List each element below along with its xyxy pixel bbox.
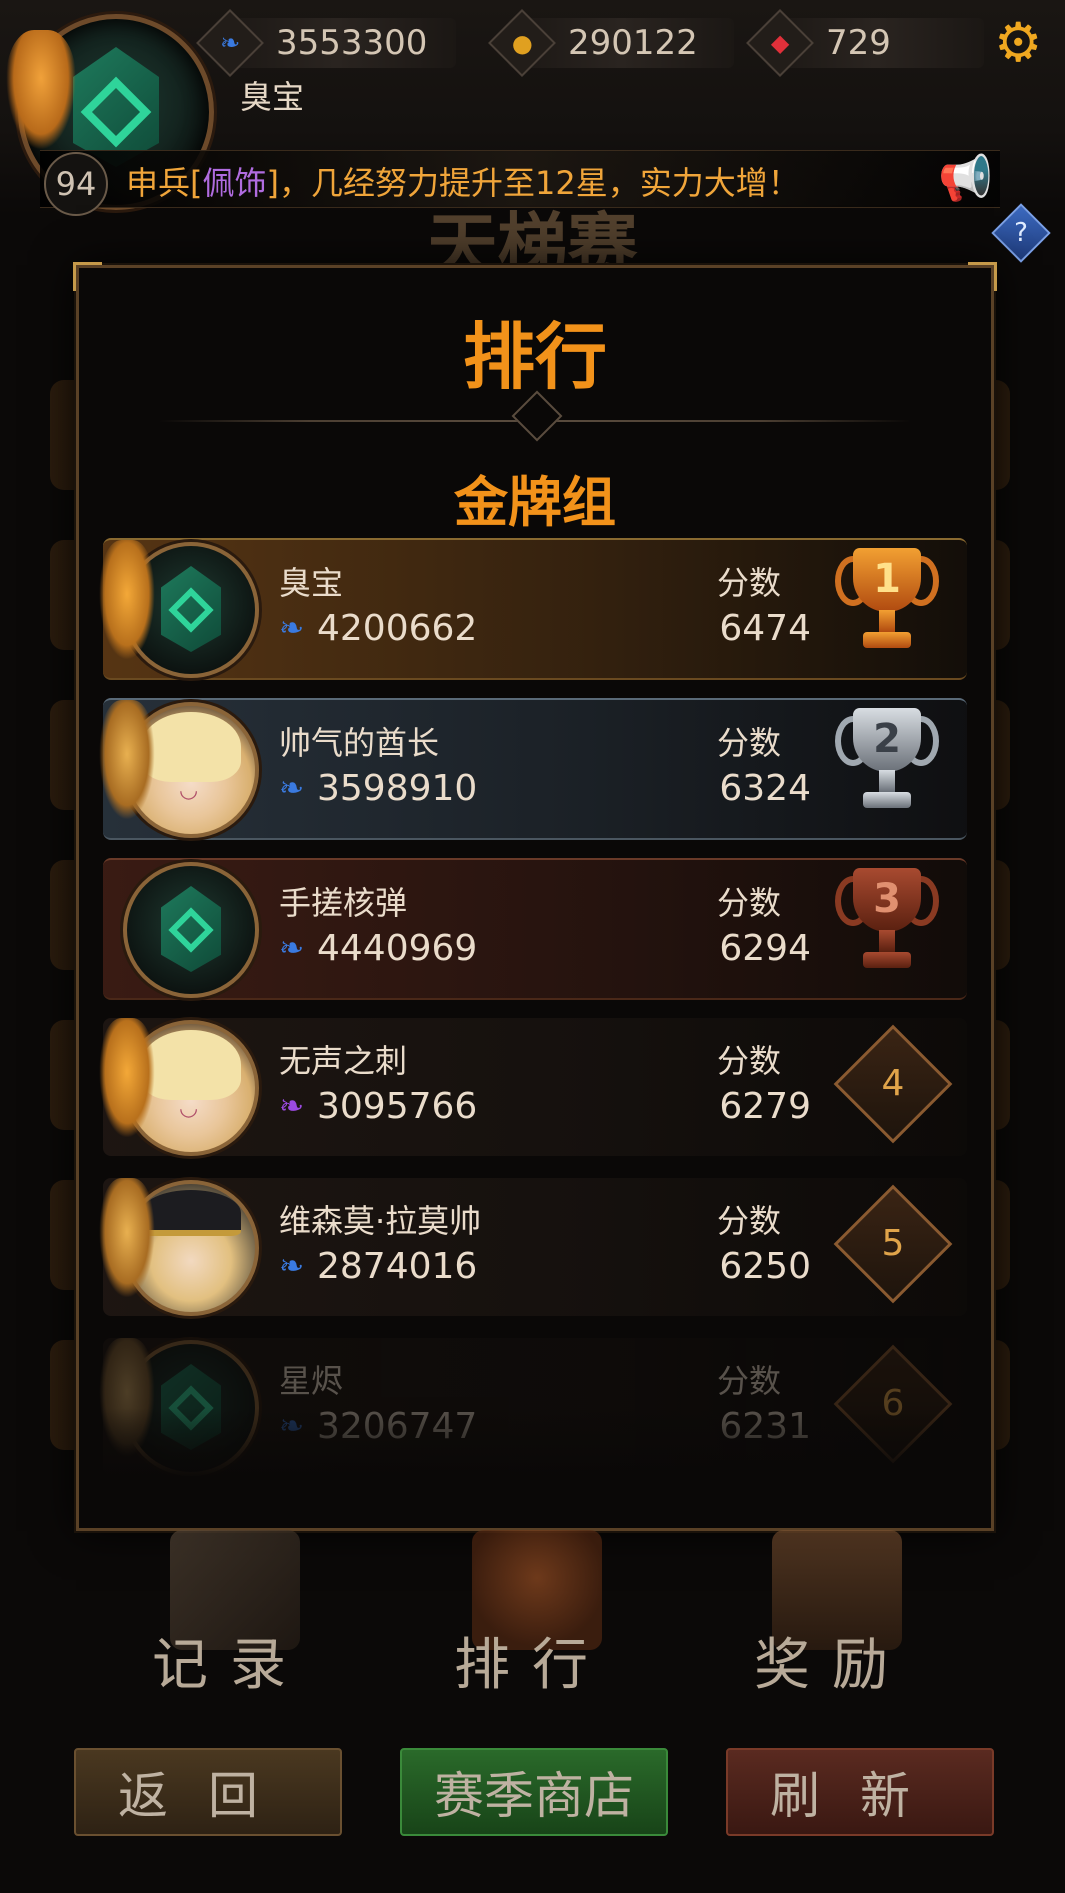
rank-badge: 4 [833,1024,953,1144]
announcement-text: 申兵[佩饰]，几经努力提升至12星，实力大增！ [126,158,800,204]
fox-pet-icon [6,30,76,150]
score-label: 分数 [717,1362,782,1400]
rank-badge: 5 [833,1184,953,1304]
bronze-trophy-icon: 3 [831,864,943,982]
score-value: 6250 [719,1246,811,1287]
rank-number: 5 [881,1223,905,1264]
power-value: 3553300 [276,23,428,63]
fox-pet-icon [99,540,155,660]
gem-value: 729 [826,23,891,63]
ranking-row[interactable]: 手搓核弹 ❧ 4440969 分数 6294 3 [103,858,967,1000]
player-power: ❧ 2874016 [279,1246,477,1287]
player-name: 维森莫·拉莫帅 [279,1202,482,1240]
nav-ranking[interactable]: 排行 [402,1530,662,1698]
blue-feather-icon: ❧ [279,1249,305,1284]
gem-counter: ◆ 729 [746,9,984,77]
ranking-modal: 排行 金牌组 臭宝 ❧ 4200662 分数 6474 1 帅气的酋长 ❧ 3598… [73,262,997,1531]
player-name: 帅气的酋长 [279,724,440,762]
power-counter: ❧ 3553300 [196,9,456,77]
power-value: 4440969 [317,928,478,969]
ranking-row[interactable]: 无声之刺 ❧ 3095766 分数 6279 4 [99,1018,967,1156]
ticker-item: 佩饰 [202,164,267,202]
silver-trophy-icon: 2 [831,704,943,822]
guild-emblem-icon [73,47,159,167]
snake-pet-icon [99,1178,155,1298]
player-power: ❧ 3095766 [279,1086,477,1127]
season-shop-button[interactable]: 赛季商店 [400,1748,668,1836]
gear-icon[interactable]: ⚙ [994,16,1042,70]
ticker-suffix: ]，几经努力提升至12星，实力大增！ [266,164,800,202]
purple-feather-icon: ❧ [279,1089,305,1124]
group-title: 金牌组 [454,471,616,534]
rank-number: 4 [881,1063,905,1104]
nav-rewards[interactable]: 奖励 [702,1530,962,1698]
rank-number: 1 [873,556,901,602]
score-label: 分数 [717,1202,782,1240]
ranking-row[interactable]: 维森莫·拉莫帅 ❧ 2874016 分数 6250 5 [99,1178,967,1316]
score-label: 分数 [717,884,782,922]
nav-records-label: 记录 [152,1633,308,1698]
list-fade [79,1408,991,1528]
nav-records[interactable]: 记录 [100,1530,360,1698]
corner-ornament [73,262,102,291]
power-value: 4200662 [317,608,478,649]
gold-value: 290122 [568,23,698,63]
level-badge: 94 [44,152,108,216]
blue-feather-icon: ❧ [279,771,305,806]
back-button[interactable]: 返回 [74,1748,342,1836]
nav-ranking-label: 排行 [454,1633,610,1698]
score-value: 6279 [719,1086,811,1127]
player-name: 臭宝 [279,564,344,602]
player-name: 手搓核弹 [279,884,408,922]
rabbit-pet-icon [99,1018,155,1138]
horn-icon[interactable]: 📢 [938,152,993,204]
blue-feather-icon: ❧ [279,931,305,966]
ticker-prefix: 申兵[ [126,164,203,202]
power-value: 3598910 [317,768,478,809]
ranking-row[interactable]: 臭宝 ❧ 4200662 分数 6474 1 [99,538,967,680]
player-name: 无声之刺 [279,1042,408,1080]
rank-number: 2 [873,716,901,762]
score-value: 6324 [719,768,811,809]
score-label: 分数 [717,724,782,762]
blue-feather-icon: ❧ [279,611,305,646]
refresh-button[interactable]: 刷新 [726,1748,994,1836]
rank-number: 3 [873,876,901,922]
avatar [123,862,259,998]
player-power: ❧ 4200662 [279,608,477,649]
player-power: ❧ 3598910 [279,768,477,809]
corner-ornament [968,262,997,291]
player-power: ❧ 4440969 [279,928,477,969]
power-value: 3095766 [317,1086,478,1127]
player-name: 星烬 [279,1362,344,1400]
nav-rewards-label: 奖励 [754,1633,910,1698]
gold-trophy-icon: 1 [831,544,943,662]
player-name: 臭宝 [240,78,305,116]
ranking-row[interactable]: 帅气的酋长 ❧ 3598910 分数 6324 2 [99,698,967,840]
gold-counter: ● 290122 [488,9,734,77]
score-value: 6294 [719,928,811,969]
power-value: 2874016 [317,1246,478,1287]
score-label: 分数 [717,564,782,602]
monkey-pet-icon [99,700,155,820]
modal-title: 排行 [462,315,607,399]
score-label: 分数 [717,1042,782,1080]
score-value: 6474 [719,608,811,649]
